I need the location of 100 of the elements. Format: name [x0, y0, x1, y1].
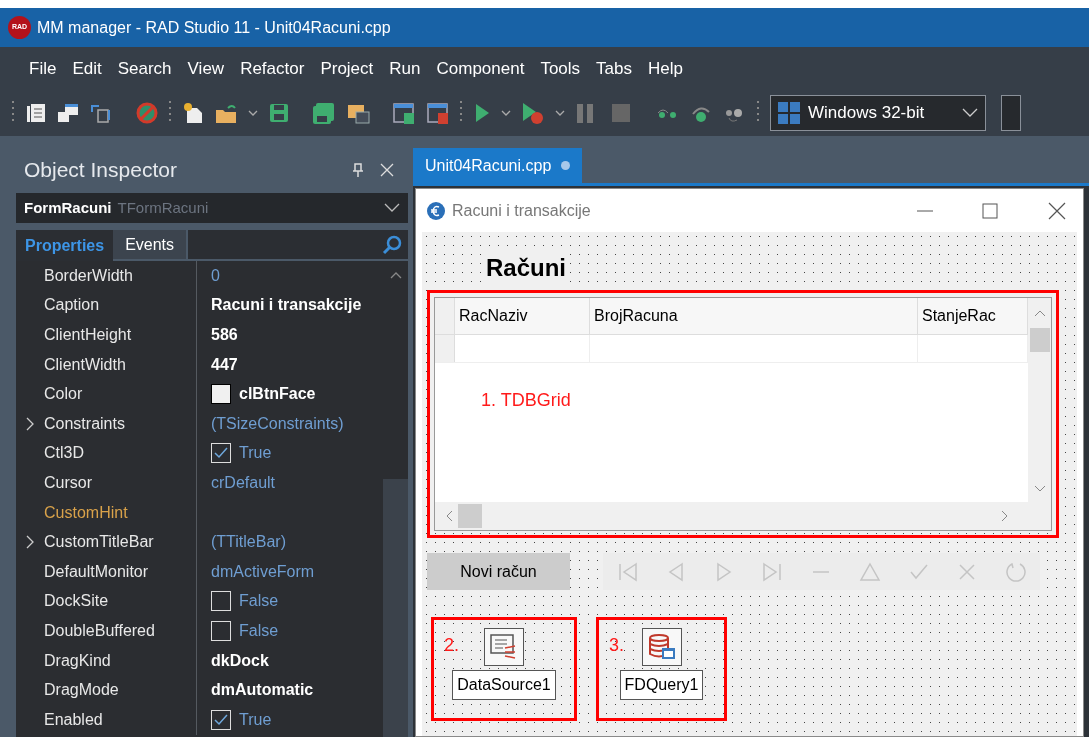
pin-icon[interactable]: [352, 163, 364, 177]
property-name: Color: [44, 384, 83, 405]
search-icon: [382, 234, 402, 255]
property-name: Enabled: [44, 709, 103, 730]
menu-item[interactable]: Search: [110, 55, 179, 82]
checkbox[interactable]: [211, 709, 231, 730]
annotation-label: 2.: [444, 634, 459, 657]
debug-run-icon[interactable]: [521, 101, 545, 125]
euro-coin-icon: [426, 200, 446, 221]
checkbox[interactable]: [211, 591, 231, 612]
property-value: dkDock: [211, 650, 269, 671]
horizontal-scrollbar[interactable]: [435, 502, 1051, 530]
annotation-label: 3.: [609, 634, 624, 657]
editor-tab[interactable]: Unit04Racuni.cpp: [413, 148, 583, 183]
property-value: dmActiveForm: [211, 561, 315, 582]
menu-item[interactable]: Edit: [65, 55, 109, 82]
property-value: 586: [211, 325, 238, 345]
folder-icon[interactable]: [214, 102, 238, 124]
panel-title: Object Inspector: [24, 157, 178, 184]
property-name: Caption: [44, 295, 100, 316]
property-value: True: [239, 709, 272, 730]
property-value: crDefault: [211, 472, 276, 493]
component-name: FDQuery1: [619, 670, 704, 700]
property-name: Constraints: [44, 413, 125, 434]
property-value: False: [239, 591, 279, 612]
vertical-scrollbar[interactable]: [1028, 298, 1051, 502]
platform-dropdown[interactable]: Windows 32-bit: [770, 95, 986, 131]
query-component-icon[interactable]: [641, 628, 682, 666]
datasource-component-icon[interactable]: [484, 628, 524, 666]
property-value: 447: [211, 354, 238, 375]
close-icon[interactable]: [1047, 200, 1067, 221]
pause-icon[interactable]: [575, 102, 595, 124]
save-icon[interactable]: [268, 102, 290, 124]
scrollbar-thumb[interactable]: [458, 504, 482, 528]
scrollbar-thumb[interactable]: [1029, 328, 1050, 352]
property-name: DragKind: [44, 650, 111, 671]
add-file-icon[interactable]: [392, 101, 416, 125]
menu-item[interactable]: Tools: [533, 55, 588, 82]
search-field[interactable]: [188, 230, 408, 259]
menu-item[interactable]: View: [180, 55, 232, 82]
chevron-down-icon[interactable]: [501, 109, 511, 117]
window-title: MM manager - RAD Studio 11 - Unit04Racuni.cpp: [37, 17, 391, 38]
property-name: BorderWidth: [44, 265, 133, 286]
property-value: clBtnFace: [239, 384, 316, 405]
property-value: Racuni i transakcije: [211, 295, 362, 316]
property-value: dmAutomatic: [211, 680, 314, 701]
property-name: Ctl3D: [44, 443, 84, 464]
chevron-down-icon[interactable]: [248, 109, 258, 117]
chevron-down-icon[interactable]: [555, 109, 565, 117]
checkbox[interactable]: [211, 620, 231, 641]
new-file-icon[interactable]: [182, 102, 204, 124]
property-value: False: [239, 620, 279, 641]
menu-item[interactable]: Component: [429, 55, 532, 82]
inspector-tab[interactable]: Properties: [16, 230, 114, 261]
component-name: FormRacuni: [24, 197, 112, 218]
menu-item[interactable]: Help: [641, 55, 690, 82]
maximize-icon[interactable]: [980, 200, 1000, 221]
annotation-label: 1. TDBGrid: [481, 389, 571, 412]
property-value: 0: [211, 265, 220, 286]
scrollbar[interactable]: [383, 261, 408, 737]
property-name: CustomHint: [44, 502, 128, 523]
folder-window-icon[interactable]: [346, 102, 370, 124]
windows-logo-icon: [778, 102, 800, 124]
save-all-icon[interactable]: [312, 102, 336, 124]
inspector-tab[interactable]: Events: [113, 230, 187, 259]
property-name: DefaultMonitor: [44, 561, 149, 582]
menu-item[interactable]: Refactor: [233, 55, 312, 82]
component-selector[interactable]: FormRacuni TFormRacuni: [16, 193, 408, 223]
property-name: CustomTitleBar: [44, 532, 154, 553]
remove-file-icon[interactable]: [426, 101, 450, 125]
run-icon[interactable]: [473, 102, 491, 124]
new-account-button[interactable]: Novi račun: [427, 553, 570, 590]
windows-icon[interactable]: [57, 102, 79, 124]
property-value: (TSizeConstraints): [211, 413, 344, 434]
form-title: Racuni i transakcije: [452, 200, 592, 221]
component-name: DataSource1: [452, 670, 556, 700]
checkbox[interactable]: [211, 443, 231, 464]
property-name: Cursor: [44, 472, 92, 493]
property-value: True: [239, 443, 272, 464]
toolbar-dropdown[interactable]: [1001, 95, 1021, 131]
stop-icon[interactable]: [611, 103, 631, 123]
swap-files-icon[interactable]: [89, 102, 111, 124]
property-name: DockSite: [44, 591, 109, 612]
documents-icon[interactable]: [25, 102, 47, 124]
chevron-down-icon: [962, 108, 978, 118]
expand-chevron-icon[interactable]: [25, 416, 35, 431]
column-header[interactable]: RacNaziv: [455, 298, 590, 334]
chevron-down-icon: [384, 203, 400, 213]
expand-chevron-icon[interactable]: [25, 535, 35, 550]
menu-item[interactable]: Project: [313, 55, 381, 82]
menu-item[interactable]: Tabs: [589, 55, 639, 82]
blocked-globe-icon[interactable]: [135, 101, 159, 125]
property-name: ClientWidth: [44, 354, 126, 375]
scroll-up-icon[interactable]: [389, 271, 402, 279]
property-name: DoubleBuffered: [44, 620, 155, 641]
menu-item[interactable]: File: [22, 55, 64, 82]
column-header[interactable]: BrojRacuna: [590, 298, 918, 334]
property-value: (TTitleBar): [211, 532, 286, 553]
property-name: ClientHeight: [44, 325, 132, 345]
menu-item[interactable]: Run: [382, 55, 428, 82]
